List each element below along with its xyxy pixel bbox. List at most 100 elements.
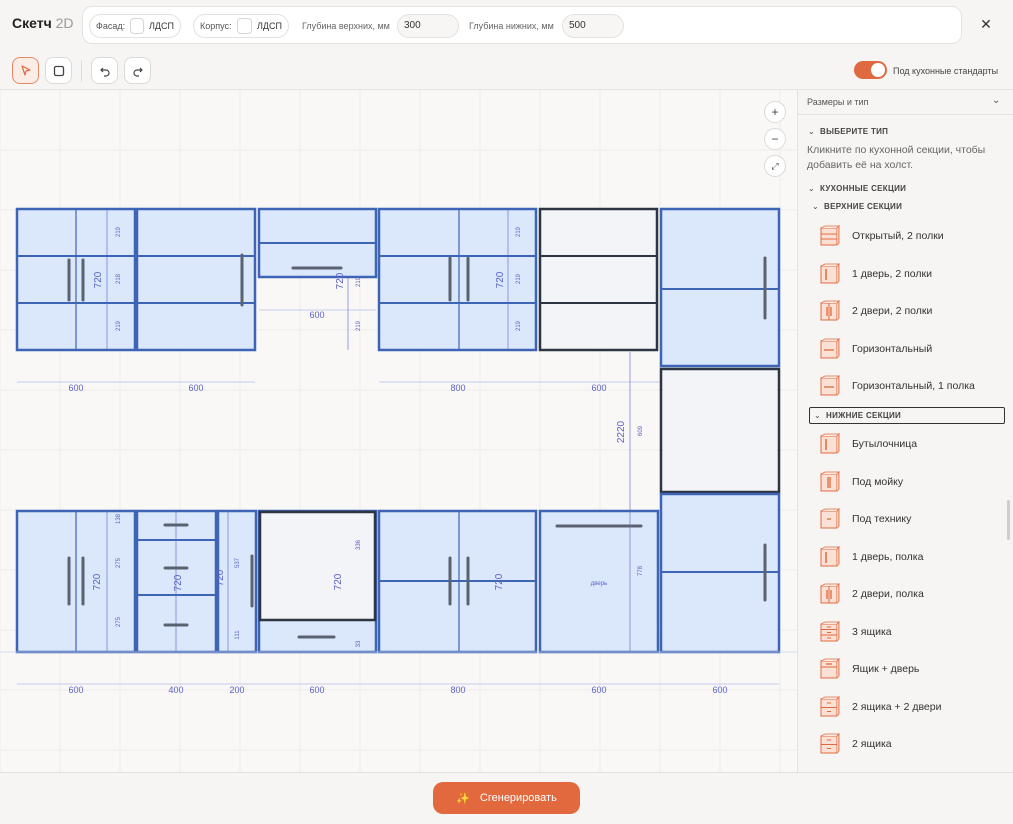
zoom-out-button[interactable]: − xyxy=(764,128,786,150)
section-item-label: 1 дверь, 2 полки xyxy=(852,267,932,280)
width-label: 600 xyxy=(309,310,324,320)
cabinet xyxy=(538,207,659,352)
width-label: 600 xyxy=(68,685,83,695)
sidebar-hint: Кликните по кухонной секции, чтобы добав… xyxy=(807,144,986,171)
dimension-label: 609 xyxy=(638,425,644,436)
close-icon[interactable]: ✕ xyxy=(976,14,996,34)
select-type-header[interactable]: ⌄ ВЫБЕРИТЕ ТИП xyxy=(808,127,888,136)
upper-sections-label: ВЕРХНИЕ СЕКЦИИ xyxy=(824,202,903,211)
sidebar-scrollbar[interactable] xyxy=(1007,500,1010,540)
width-label: 200 xyxy=(229,685,244,695)
height-label: 720 xyxy=(495,271,506,288)
app-title: Скетч 2D xyxy=(12,15,74,31)
body-material-select[interactable]: Корпус: ЛДСП xyxy=(193,14,289,38)
rectangle-tool-button[interactable] xyxy=(45,57,72,84)
body-value: ЛДСП xyxy=(257,21,282,31)
sidebar-divider xyxy=(798,114,1013,115)
dimension-label: 778 xyxy=(638,565,644,576)
section-item[interactable]: 1 дверь, полка xyxy=(808,542,1004,572)
total-height-label: 2220 xyxy=(616,420,627,443)
fit-view-button[interactable]: ⤢ xyxy=(764,155,786,177)
lower-depth-input[interactable]: 500 xyxy=(562,14,624,38)
body-label: Корпус: xyxy=(200,21,232,31)
section-item[interactable]: Горизонтальный xyxy=(808,334,1004,364)
dimension-label: 275 xyxy=(116,557,122,568)
section-item-label: Под мойку xyxy=(852,475,904,488)
shelf-dimension-label: 219 xyxy=(356,320,362,331)
section-item[interactable]: 2 двери, 2 полки xyxy=(808,296,1004,326)
width-label: 600 xyxy=(309,685,324,695)
cabinet xyxy=(377,207,538,352)
section-item-label: Бутылочница xyxy=(852,438,918,450)
shelf-dimension-label: 219 xyxy=(116,320,122,331)
app-title-text: Скетч xyxy=(12,15,52,31)
height-label: 720 xyxy=(92,573,103,590)
height-label: 720 xyxy=(333,573,344,590)
toggle-knob xyxy=(871,63,885,77)
section-item-label: Открытый, 2 полки xyxy=(852,230,944,242)
section-item[interactable]: Ящик + дверь xyxy=(808,654,1004,684)
body-color-swatch[interactable] xyxy=(236,18,253,34)
appliance-niche xyxy=(258,510,377,622)
zoom-in-button[interactable]: + xyxy=(764,101,786,123)
section-item[interactable]: 1 дверь, 2 полки xyxy=(808,259,1004,289)
cabinet-icon xyxy=(820,262,840,283)
upper-sections-header[interactable]: ⌄ ВЕРХНИЕ СЕКЦИИ xyxy=(812,202,902,211)
select-tool-button[interactable] xyxy=(12,57,39,84)
facade-material-select[interactable]: Фасад: ЛДСП xyxy=(89,14,181,38)
width-label: 600 xyxy=(712,685,727,695)
generate-button[interactable]: ✨ Сгенерировать xyxy=(433,782,580,814)
section-item-label: 3 ящика xyxy=(852,625,892,638)
section-item[interactable]: 2 двери, полка xyxy=(808,579,1004,609)
lower-depth-label: Глубина нижних, мм xyxy=(469,21,554,31)
cabinet xyxy=(659,207,781,368)
section-item-label: 1 дверь, полка xyxy=(852,550,924,563)
chevron-down-icon[interactable]: ⌄ xyxy=(992,95,1000,106)
kitchen-standards-toggle[interactable] xyxy=(854,61,887,79)
toolbar-divider xyxy=(81,60,82,82)
section-item-label: Под технику xyxy=(852,513,912,525)
section-item[interactable]: 3 ящика xyxy=(808,617,1004,647)
cabinet xyxy=(659,367,781,494)
dimension-label: 275 xyxy=(116,616,122,627)
section-item[interactable]: Открытый, 2 полки xyxy=(808,221,1004,251)
shelf-dimension-label: 219 xyxy=(116,226,122,237)
height-label: 720 xyxy=(173,574,184,591)
sidebar-header[interactable]: Размеры и тип xyxy=(807,97,868,107)
kitchen-sections-header[interactable]: ⌄ КУХОННЫЕ СЕКЦИИ xyxy=(808,184,906,193)
width-label: 600 xyxy=(591,685,606,695)
section-item[interactable]: 2 ящика + 2 двери xyxy=(808,692,1004,722)
cabinet-drawing[interactable]: 600 600 600 800 600 600 400 200 600 800 600 600 720 7… xyxy=(0,90,797,772)
section-item[interactable]: Горизонтальный, 1 полка xyxy=(808,371,1004,401)
upper-depth-label: Глубина верхних, мм xyxy=(302,21,390,31)
section-sidebar: Размеры и тип ⌄ ⌄ ВЫБЕРИТЕ ТИП Кликните п… xyxy=(797,90,1013,772)
sketch-canvas[interactable]: 600 600 600 800 600 600 400 200 600 800 600 600 720 7… xyxy=(0,90,797,772)
lower-sections-header[interactable]: ⌄ НИЖНИЕ СЕКЦИИ xyxy=(809,407,1005,424)
cabinet-icon xyxy=(820,225,840,246)
shelf-dimension-label: 219 xyxy=(516,226,522,237)
redo-button[interactable] xyxy=(124,57,151,84)
cabinet-icon xyxy=(820,658,840,679)
section-item[interactable]: Под мойку xyxy=(808,467,1004,497)
shelf-dimension-label: 219 xyxy=(356,276,362,287)
cabinet xyxy=(135,207,257,352)
section-item-label: 2 двери, полка xyxy=(852,588,924,600)
section-item-label: 2 двери, 2 полки xyxy=(852,305,933,317)
section-item[interactable]: Под технику xyxy=(808,504,1004,534)
square-icon xyxy=(53,65,64,76)
undo-button[interactable] xyxy=(91,57,118,84)
upper-depth-input[interactable]: 300 xyxy=(397,14,459,38)
width-label: 800 xyxy=(450,383,465,393)
kitchen-standards-label: Под кухонные стандарты xyxy=(893,66,999,76)
section-item-label: 2 ящика + 2 двери xyxy=(852,700,942,713)
undo-icon xyxy=(99,67,110,77)
section-item[interactable]: Бутылочница xyxy=(808,429,1004,459)
cabinet-icon xyxy=(820,583,840,604)
parameters-panel: Фасад: ЛДСП Корпус: ЛДСП Глубина верхних… xyxy=(82,6,962,44)
section-item[interactable]: 2 ящика xyxy=(808,729,1004,759)
generate-label: Сгенерировать xyxy=(479,792,557,804)
cabinet-icon xyxy=(820,337,840,358)
height-label: 720 xyxy=(93,271,104,288)
height-label: 720 xyxy=(494,573,505,590)
facade-color-swatch[interactable] xyxy=(130,18,145,34)
